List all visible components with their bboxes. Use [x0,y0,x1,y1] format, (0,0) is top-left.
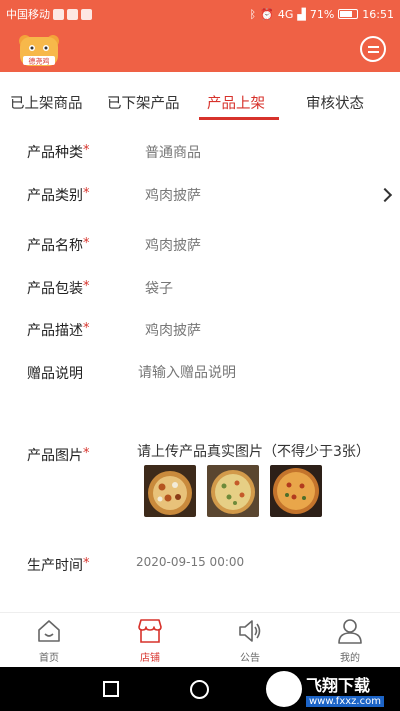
clock: 16:51 [362,7,394,21]
notification-icon [53,8,64,20]
system-nav-bar: 飞翔下载 www.fxxz.com [0,667,400,711]
nav-announcements[interactable]: 公告 [220,617,280,664]
watermark-url: www.fxxz.com [306,695,384,707]
home-icon [38,620,60,642]
tab-review-status[interactable]: 审核状态 [306,92,364,113]
battery-icon [338,9,359,19]
watermark-title: 飞翔下载 [306,675,371,695]
product-photo[interactable] [144,465,196,517]
product-category-value[interactable]: 鸡肉披萨 [145,185,201,205]
battery-percent: 71% [309,7,335,21]
nav-store[interactable]: 店铺 [120,617,180,664]
nav-announcements-label: 公告 [240,653,260,664]
bottom-nav: 首页 店铺 公告 我的 [0,612,400,667]
watermark-logo-icon [266,671,302,707]
notification-icon [81,8,92,20]
product-photo[interactable] [207,465,259,517]
nav-home[interactable]: 首页 [19,617,79,664]
logo-text: 德尧鸡 [29,57,50,66]
chevron-right-icon[interactable] [377,187,393,203]
speaker-icon [239,620,261,642]
back-square-icon[interactable] [103,681,119,697]
notification-icon [67,8,78,20]
product-name-label: 产品名称* [27,236,90,254]
tab-delisted-products[interactable]: 已下架产品 [107,92,180,113]
nav-store-label: 店铺 [140,653,160,664]
product-packaging-field[interactable]: 袋子 [145,278,173,298]
product-type-value[interactable]: 普通商品 [145,142,201,162]
product-type-label: 产品种类* [27,143,90,161]
carrier-name: 中国移动 [6,8,50,21]
alarm-icon: ⏰ [260,7,274,21]
watermark: 飞翔下载 www.fxxz.com [266,671,394,707]
store-icon [138,619,162,643]
user-icon [338,619,362,644]
network-type: 4G [277,7,294,21]
signal-icon: ▟ [297,7,306,21]
gift-note-field[interactable]: 请输入赠品说明 [138,362,236,382]
product-category-label: 产品类别* [27,186,90,204]
product-images-label: 产品图片* [27,446,90,464]
tab-listed-products[interactable]: 已上架商品 [10,92,83,113]
tab-list-product[interactable]: 产品上架 [207,92,265,113]
product-photo[interactable] [270,465,322,517]
nav-home-label: 首页 [39,653,59,664]
app-logo: 德尧鸡 [19,35,59,66]
app-header: 德尧鸡 [0,28,400,72]
bluetooth-icon: ᛒ [249,7,257,21]
production-time-label: 生产时间* [27,556,90,574]
status-bar: 中国移动 ᛒ ⏰ 4G ▟ 71% 16:51 [0,0,400,28]
nav-profile-label: 我的 [340,653,360,664]
product-description-field[interactable]: 鸡肉披萨 [145,320,201,340]
product-description-label: 产品描述* [27,321,90,339]
message-button[interactable] [360,36,386,62]
active-tab-indicator [199,117,279,120]
product-images-hint: 请上传产品真实图片（不得少于3张） [137,444,370,460]
home-circle-icon[interactable] [190,680,209,699]
product-packaging-label: 产品包装* [27,279,90,297]
product-name-field[interactable]: 鸡肉披萨 [145,235,201,255]
nav-profile[interactable]: 我的 [320,617,380,664]
tab-bar: 已上架商品 已下架产品 产品上架 审核状态 [0,84,400,120]
production-time-field[interactable]: 2020-09-15 00:00 [136,555,244,569]
gift-note-label: 赠品说明 [27,366,83,382]
